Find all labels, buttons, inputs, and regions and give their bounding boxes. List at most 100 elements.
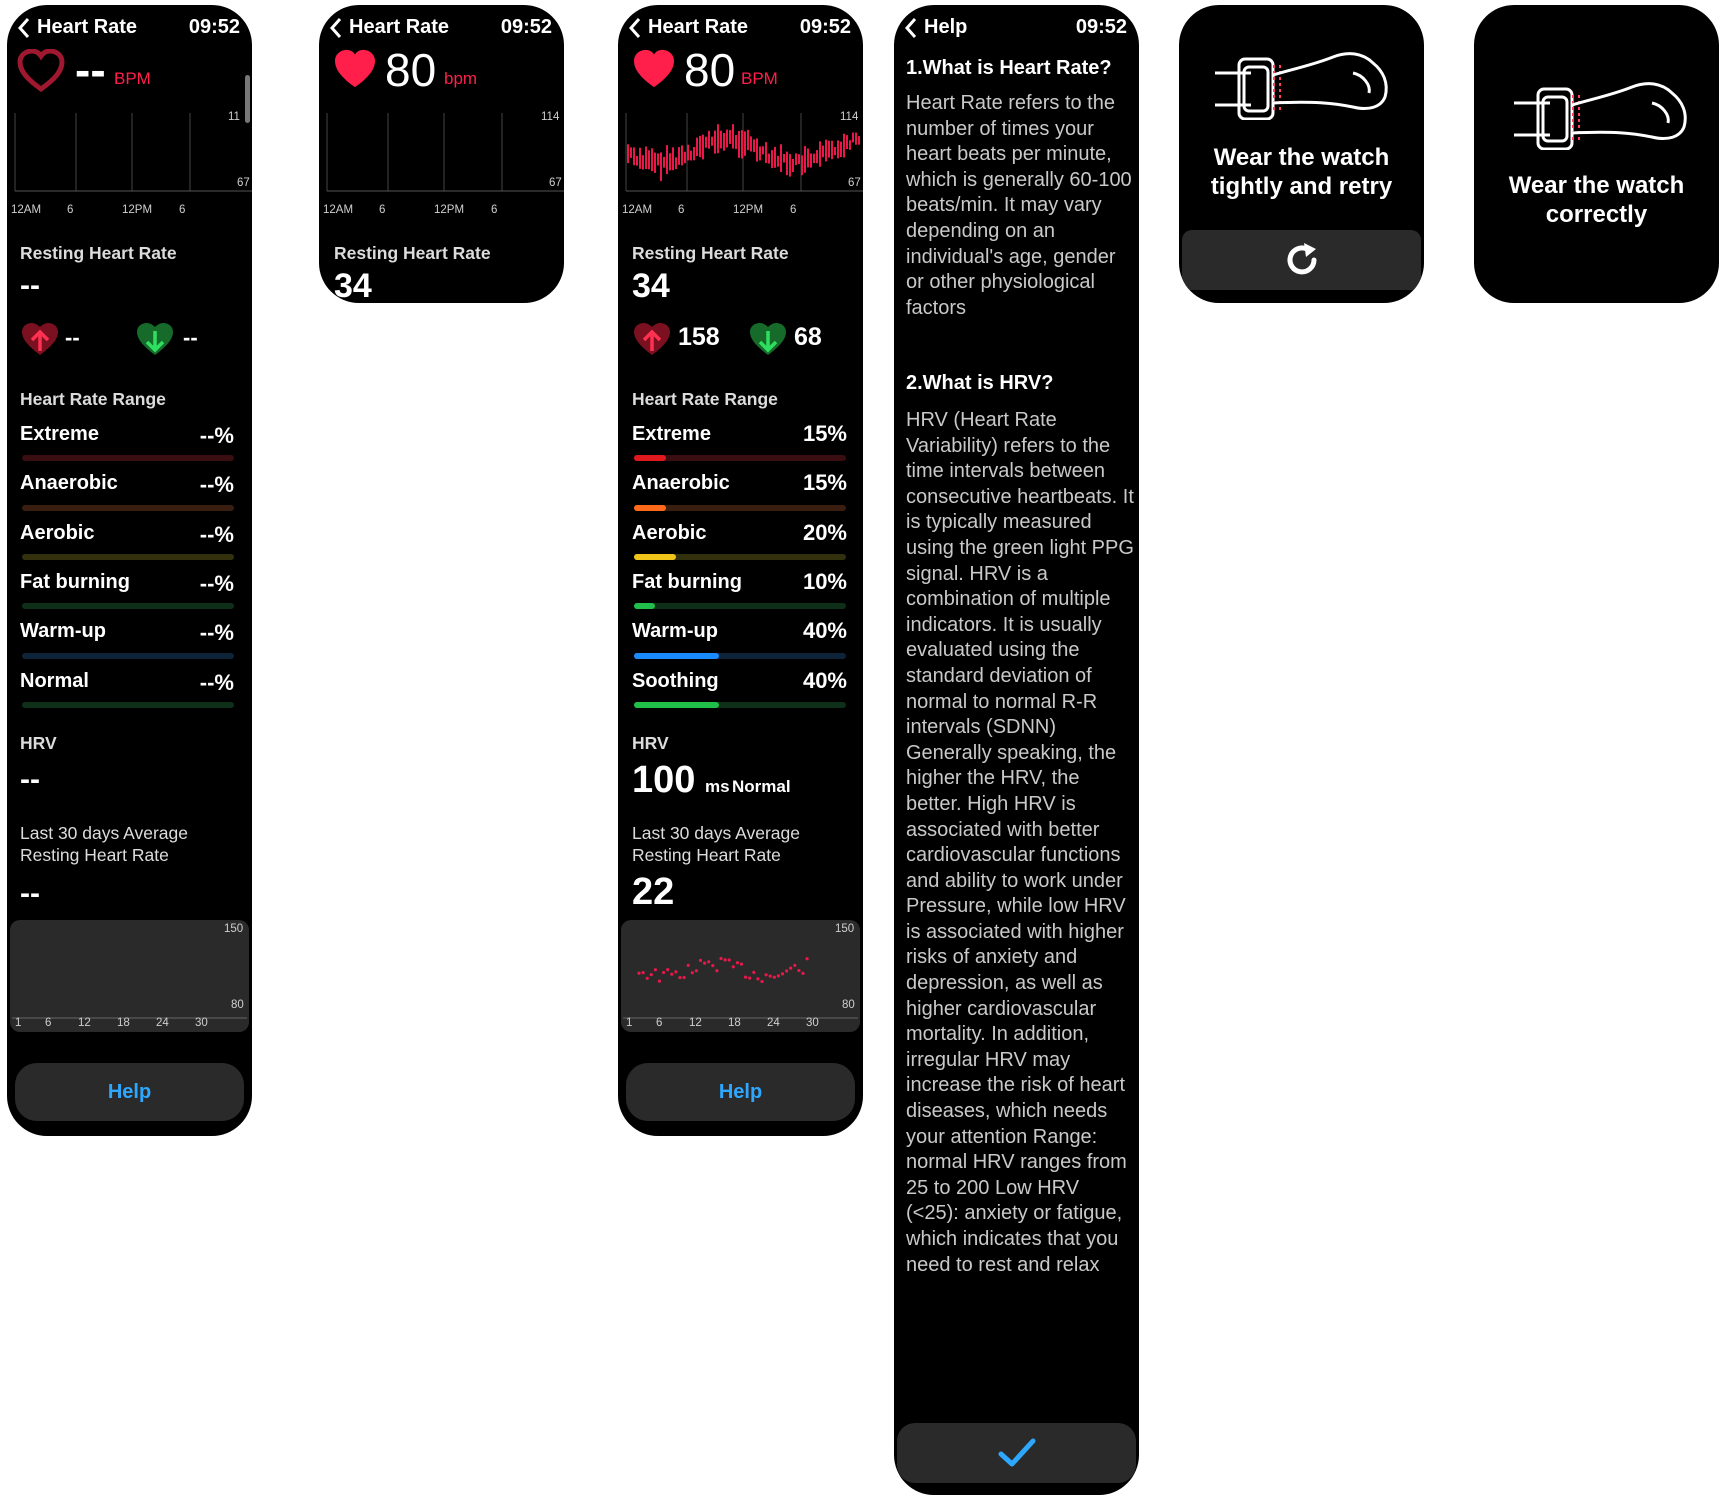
chart-y-bottom: 67	[237, 177, 250, 189]
mini-x-tick: 30	[806, 1017, 819, 1029]
hr-bar	[798, 154, 800, 164]
heart-outline-icon	[17, 48, 65, 98]
mini-x-tick: 24	[767, 1017, 780, 1029]
top-bar: Heart Rate 09:52	[329, 13, 554, 43]
hrv-label: HRV	[20, 733, 57, 753]
hr-bar	[801, 155, 803, 176]
zone-bar	[634, 702, 846, 708]
hr-bar	[810, 153, 812, 168]
hr-bar	[732, 124, 734, 149]
hr-bar	[840, 141, 842, 157]
hr-bar	[663, 156, 665, 168]
hr-bar	[849, 140, 851, 150]
mini-x-tick: 30	[195, 1017, 208, 1029]
heart-rate-unit: bpm	[444, 69, 478, 88]
mini-x-tick: 12	[78, 1017, 91, 1029]
zone-value: 10%	[802, 569, 847, 594]
help-button[interactable]: Help	[626, 1063, 855, 1121]
hr-bar	[750, 136, 752, 152]
hr-bar	[780, 144, 782, 172]
hr-day-chart-grid	[326, 113, 564, 192]
top-bar: Heart Rate 09:52	[17, 13, 242, 43]
hr-day-chart	[12, 113, 252, 198]
avg-point	[641, 971, 645, 975]
hr-bar	[639, 147, 641, 169]
hr-range-label: Heart Rate Range	[20, 389, 166, 409]
chart-y-top: 114	[840, 111, 859, 123]
avg-point	[678, 976, 682, 980]
avg-point	[666, 968, 670, 972]
hr-bar	[723, 133, 725, 151]
avg-point	[789, 966, 793, 970]
heart-rate-unit: BPM	[741, 69, 778, 88]
avg-point	[682, 975, 686, 980]
avg-point	[670, 972, 674, 976]
hr-bar	[729, 130, 731, 144]
page-title: Help	[924, 16, 968, 38]
check-icon	[998, 1438, 1035, 1467]
hr-bar	[795, 153, 797, 166]
zone-bar	[634, 603, 846, 609]
avg-point	[637, 971, 641, 975]
confirm-button[interactable]	[897, 1423, 1136, 1483]
avg-point	[723, 958, 727, 962]
wear-message: Wear the watch tightly and retry	[1179, 143, 1424, 201]
zone-bar	[22, 603, 234, 609]
hr-bar	[855, 132, 857, 145]
heart-rate-empty-screen: Heart Rate 09:52 -- BPM 11 67 12AM 6 12P…	[7, 5, 252, 1136]
hr-bar	[633, 147, 635, 166]
top-bar: Heart Rate 09:52	[628, 13, 853, 43]
chart-y-bottom: 67	[848, 177, 861, 189]
hr-bar	[744, 131, 746, 156]
zone-bar	[22, 505, 234, 511]
hr-bar	[699, 135, 701, 158]
hr-bar	[756, 138, 758, 162]
avg-point	[686, 963, 690, 967]
hr-day-chart	[324, 113, 564, 198]
heart-down-icon	[748, 321, 788, 362]
avg-point	[645, 976, 649, 980]
hr-bar	[648, 150, 650, 170]
hr-bar	[669, 153, 671, 171]
retry-button[interactable]	[1182, 230, 1421, 290]
avg-point	[772, 975, 776, 979]
hr-bar	[768, 153, 770, 164]
hr-day-chart-grid	[14, 113, 252, 192]
hr-bar	[711, 136, 713, 146]
zone-name: Warm-up	[632, 620, 718, 642]
zone-value: --%	[199, 571, 234, 596]
zone-value: --%	[199, 522, 234, 547]
zone-bar	[634, 554, 846, 560]
zone-value: --%	[199, 670, 234, 695]
zone-bar	[22, 653, 234, 659]
chart-x-tick: 6	[678, 204, 685, 216]
resting-hr-value: 34	[334, 267, 372, 303]
hr-bar	[846, 135, 848, 149]
zone-name: Aerobic	[632, 522, 707, 544]
zone-name: Extreme	[632, 423, 711, 445]
min-hr-value: 68	[794, 323, 822, 351]
mini-x-tick: 6	[656, 1017, 663, 1029]
avg-point	[797, 968, 801, 973]
avg-chart	[621, 920, 860, 1032]
help-button[interactable]: Help	[15, 1063, 244, 1121]
hr-bar	[714, 130, 716, 154]
hr-bar	[834, 147, 836, 156]
hr-bar	[762, 146, 764, 155]
hr-bar	[774, 146, 776, 168]
zone-name: Normal	[20, 670, 89, 692]
avg-point	[776, 974, 780, 978]
hr-bar	[804, 146, 806, 173]
heart-up-icon	[632, 321, 672, 362]
hr-bar	[828, 140, 830, 158]
avg-label: Last 30 days Average	[20, 823, 188, 843]
zone-value: --%	[199, 423, 234, 448]
hr-bar	[693, 147, 695, 161]
max-hr-value: --	[65, 325, 80, 350]
chart-x-tick: 12AM	[622, 204, 653, 216]
zone-bar	[22, 702, 234, 708]
resting-hr-value: --	[20, 269, 40, 302]
avg-point	[739, 962, 744, 966]
resting-hr-value: 34	[632, 267, 670, 305]
avg-point	[649, 973, 653, 977]
